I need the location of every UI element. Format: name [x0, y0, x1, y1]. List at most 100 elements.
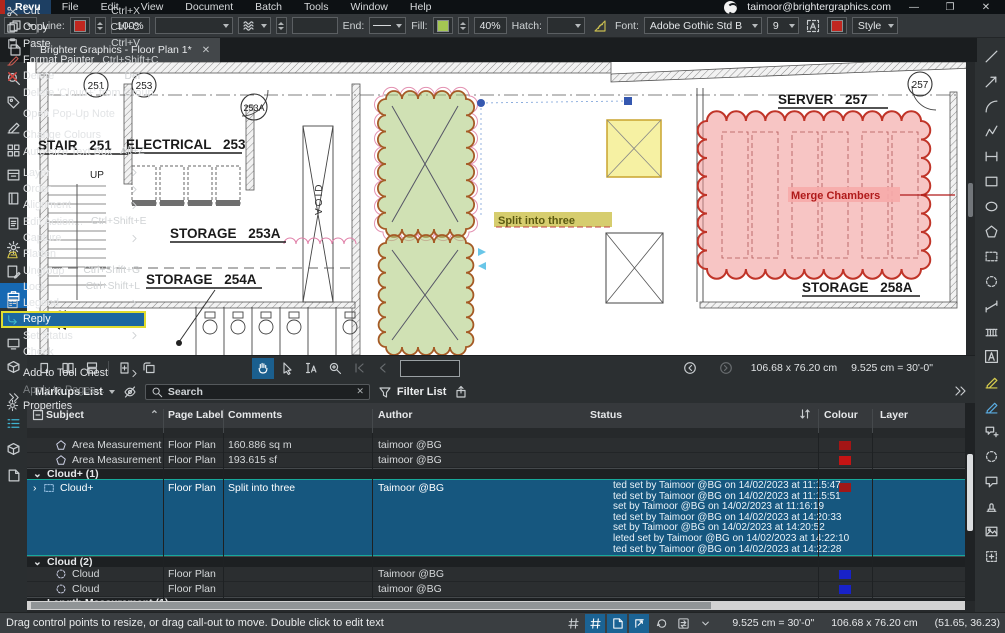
- pen-tool-icon[interactable]: [977, 369, 1005, 394]
- auto-size-text-icon[interactable]: [806, 19, 820, 33]
- select-tool-icon[interactable]: [276, 358, 298, 379]
- markup-row[interactable]: Area MeasurementFloor Plan160.886 sq mta…: [27, 438, 965, 453]
- menu-item-edit-action[interactable]: Edit Action...Ctrl+Shift+E: [1, 214, 146, 230]
- drawing-canvas[interactable]: Merge ChambersSplit into three251253253A…: [27, 62, 966, 355]
- menu-item-apply-to-pages[interactable]: Apply to Pages...: [1, 382, 146, 398]
- menu-tools[interactable]: Tools: [293, 1, 340, 13]
- image-tool-icon[interactable]: [977, 519, 1005, 544]
- rectangle-tool-icon[interactable]: [977, 169, 1005, 194]
- menu-item-set-status[interactable]: Set Status: [1, 328, 146, 344]
- protractor-icon[interactable]: [593, 19, 607, 33]
- row-expand-icon[interactable]: ›: [33, 481, 37, 495]
- cloud-polygon-tool-icon[interactable]: [977, 244, 1005, 269]
- menu-item-layer[interactable]: Layer: [1, 165, 146, 181]
- markups-vertical-scrollbar[interactable]: [965, 403, 975, 601]
- previous-page-icon[interactable]: [372, 358, 394, 379]
- menu-item-reply[interactable]: Reply: [1, 311, 146, 327]
- menu-item-properties[interactable]: Properties: [1, 398, 146, 414]
- column-comments[interactable]: Comments: [228, 409, 282, 421]
- previous-view-icon[interactable]: [679, 358, 701, 379]
- markup-colour-swatch[interactable]: [839, 570, 851, 579]
- menu-item-cut[interactable]: CutCtrl+X: [1, 3, 146, 19]
- cloud-size-stepper[interactable]: [276, 17, 287, 34]
- cloud-style-dropdown[interactable]: [238, 17, 271, 34]
- cloud-tool-icon[interactable]: [977, 269, 1005, 294]
- markup-row[interactable]: ›Cloud+Floor PlanSplit into threeTaimoor…: [27, 479, 965, 556]
- close-button[interactable]: ✕: [973, 2, 999, 13]
- callout-tool-icon[interactable]: [977, 469, 1005, 494]
- column-colour[interactable]: Colour: [824, 409, 858, 421]
- polyline-tool-icon[interactable]: [977, 119, 1005, 144]
- menu-item-open-pop-up-note[interactable]: Open Pop-Up Note: [1, 106, 146, 122]
- group-collapse-icon[interactable]: ⌄: [33, 557, 42, 567]
- page-number-field[interactable]: [400, 360, 460, 377]
- first-page-icon[interactable]: [348, 358, 370, 379]
- menu-item-alignment[interactable]: Alignment: [1, 197, 146, 213]
- search-input[interactable]: Search ✕: [145, 384, 370, 400]
- highlighter-tool-icon[interactable]: [977, 394, 1005, 419]
- arc-tool-icon[interactable]: [977, 94, 1005, 119]
- line-end-dropdown[interactable]: [369, 17, 406, 34]
- maximize-button[interactable]: ❐: [937, 2, 963, 13]
- cloud-size-value[interactable]: [292, 17, 338, 34]
- menu-item-add-to-tool-chest[interactable]: Add to Tool Chest: [1, 365, 146, 381]
- menu-help[interactable]: Help: [399, 1, 443, 13]
- page-setup-icon[interactable]: [0, 462, 27, 488]
- menu-document[interactable]: Document: [174, 1, 244, 13]
- canvas-vertical-scrollbar[interactable]: [966, 62, 975, 355]
- menu-batch[interactable]: Batch: [244, 1, 293, 13]
- menu-item-check[interactable]: Check: [1, 344, 146, 360]
- font-size-dropdown[interactable]: 9: [767, 17, 799, 34]
- markup-colour-swatch[interactable]: [839, 456, 851, 465]
- markup-colour-swatch[interactable]: [839, 585, 851, 594]
- menu-item-ungroup[interactable]: UngroupCtrl+Shift+G: [1, 262, 146, 278]
- group-collapse-icon[interactable]: ⌄: [33, 469, 42, 479]
- line-tool-icon[interactable]: [977, 44, 1005, 69]
- font-color-swatch[interactable]: [827, 17, 847, 34]
- menu-item-paste[interactable]: PasteCtrl+V: [1, 36, 146, 52]
- fill-opacity-value[interactable]: 40%: [474, 17, 507, 34]
- rotation-icon[interactable]: [651, 614, 671, 633]
- snap-to-grid-icon[interactable]: [585, 614, 605, 633]
- summary-export-icon[interactable]: [454, 385, 468, 399]
- arrow-tool-icon[interactable]: [977, 69, 1005, 94]
- sort-filter-icon[interactable]: [798, 407, 812, 421]
- column-layer[interactable]: Layer: [880, 409, 908, 421]
- model-tree-icon[interactable]: [0, 436, 27, 462]
- area-tool-icon[interactable]: [977, 319, 1005, 344]
- fill-color-swatch[interactable]: [433, 17, 453, 34]
- snap-to-document-icon[interactable]: [607, 614, 627, 633]
- markups-horizontal-scrollbar[interactable]: [27, 601, 965, 610]
- dimension-tool-icon[interactable]: [977, 144, 1005, 169]
- menu-item-order[interactable]: Order: [1, 181, 146, 197]
- menu-item-lock[interactable]: LockCtrl+Shift+L: [1, 279, 146, 295]
- snap-to-markup-icon[interactable]: [629, 614, 649, 633]
- menu-item-change-colours[interactable]: Change Colours: [1, 127, 146, 143]
- markup-group-row[interactable]: ⌄Cloud (2): [27, 556, 965, 567]
- select-text-tool-icon[interactable]: [300, 358, 322, 379]
- menu-item-auto-size-text-box[interactable]: Auto-size Text BoxAlt+Z: [1, 143, 146, 159]
- fill-opacity-stepper[interactable]: [458, 17, 469, 34]
- menu-item-legend[interactable]: Legend: [1, 295, 146, 311]
- markup-group-row[interactable]: ⌄Cloud+ (1): [27, 468, 965, 479]
- tab-close-icon[interactable]: ✕: [202, 45, 210, 56]
- column-author[interactable]: Author: [378, 409, 412, 421]
- callout-plus-tool-icon[interactable]: [977, 419, 1005, 444]
- menu-item-capture[interactable]: Capture: [1, 230, 146, 246]
- font-dropdown[interactable]: Adobe Gothic Std B: [644, 17, 762, 34]
- filter-list-button[interactable]: Filter List: [378, 385, 447, 399]
- cloud-plus-tool-icon[interactable]: [977, 444, 1005, 469]
- menu-item-delete[interactable]: DeleteDel: [1, 68, 146, 84]
- account-email[interactable]: taimoor@brightergraphics.com: [747, 1, 891, 13]
- expand-right-icon[interactable]: [953, 384, 967, 398]
- ellipse-tool-icon[interactable]: [977, 194, 1005, 219]
- textbox-tool-icon[interactable]: [977, 344, 1005, 369]
- pan-tool-icon[interactable]: [252, 358, 274, 379]
- column-status[interactable]: Status: [590, 409, 622, 421]
- line-style-dropdown[interactable]: [155, 17, 233, 34]
- clear-search-icon[interactable]: ✕: [356, 386, 364, 397]
- menu-item-delete-cloud-from-group[interactable]: Delete 'Cloud+' from Group: [1, 84, 146, 100]
- minimize-button[interactable]: —: [901, 2, 927, 13]
- snapshot-tool-icon[interactable]: [977, 544, 1005, 569]
- zoom-tool-icon[interactable]: [324, 358, 346, 379]
